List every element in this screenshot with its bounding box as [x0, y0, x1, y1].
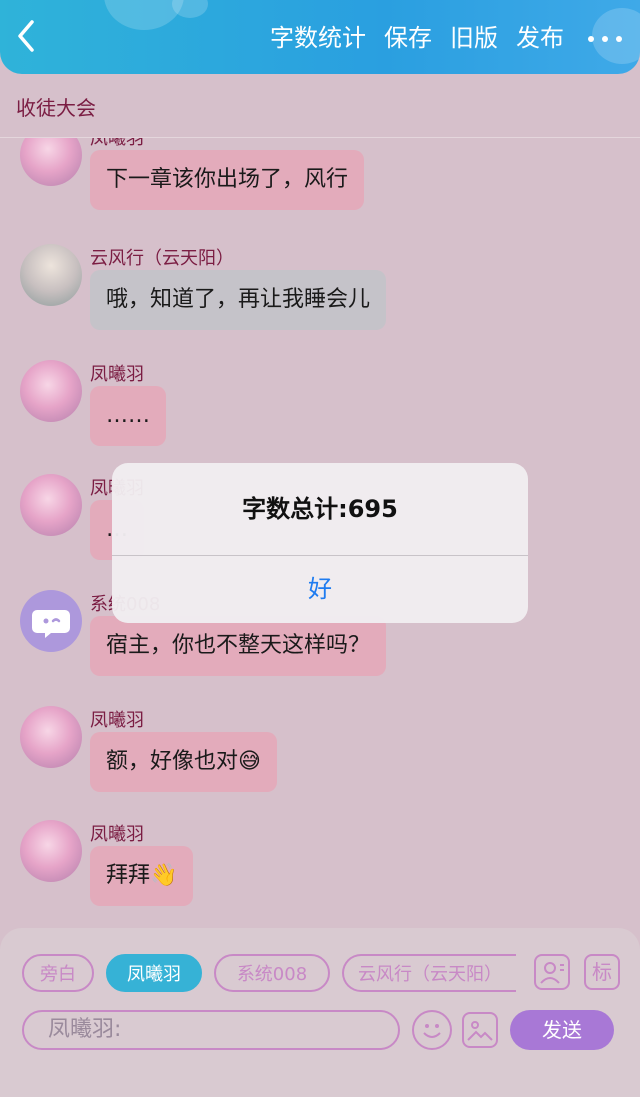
dialog-message: 字数总计:695 — [242, 495, 398, 523]
avatar[interactable] — [20, 474, 82, 536]
chevron-left-icon — [18, 20, 34, 52]
role-chip[interactable]: 旁白 — [22, 954, 94, 992]
speaker-name: 凤曦羽 — [90, 138, 144, 149]
avatar[interactable] — [20, 244, 82, 306]
chat-bubble-icon — [32, 610, 70, 638]
word-count-button[interactable]: 字数统计 — [270, 18, 366, 58]
role-chip[interactable]: 系统008 — [214, 954, 330, 992]
old-version-button[interactable]: 旧版 — [450, 18, 498, 58]
contact-card-icon — [540, 962, 564, 984]
message-bubble[interactable]: 哦，知道了，再让我睡会儿 — [90, 270, 387, 330]
speaker-name: 凤曦羽 — [90, 710, 144, 731]
avatar[interactable] — [20, 820, 82, 882]
image-button[interactable] — [462, 1012, 498, 1048]
back-button[interactable] — [14, 16, 54, 60]
decor-bubble — [172, 0, 208, 18]
message-bubble[interactable]: 拜拜👋 — [90, 846, 194, 906]
message-bubble[interactable]: 下一章该你出场了，风行 — [90, 150, 365, 210]
speaker-name: 凤曦羽 — [90, 364, 144, 385]
message-bubble[interactable]: 宿主，你也不整天这样吗？ — [90, 616, 387, 676]
speaker-name: 云风行（云天阳） — [90, 248, 234, 269]
publish-button[interactable]: 发布 — [516, 18, 564, 58]
scene-title: 收徒大会 — [16, 96, 96, 120]
header-actions: 字数统计 保存 旧版 发布 — [270, 18, 564, 58]
avatar[interactable] — [20, 590, 82, 652]
speaker-name: 凤曦羽 — [90, 824, 144, 845]
tag-button[interactable]: 标 — [584, 954, 620, 990]
dialog-ok-button[interactable]: 好 — [112, 556, 528, 623]
message-bubble[interactable]: …… — [90, 386, 166, 446]
emoji-button[interactable] — [412, 1010, 452, 1050]
top-bar: 字数统计 保存 旧版 发布 — [0, 0, 640, 74]
role-manage-button[interactable] — [534, 954, 570, 990]
avatar[interactable] — [20, 138, 82, 186]
role-chip-active[interactable]: 凤曦羽 — [106, 954, 202, 992]
more-button[interactable] — [586, 18, 626, 58]
avatar[interactable] — [20, 706, 82, 768]
word-count-dialog: 字数总计:695 好 — [112, 463, 528, 623]
save-button[interactable]: 保存 — [384, 18, 432, 58]
message-bubble[interactable]: 额，好像也对😅 — [90, 732, 277, 792]
send-button[interactable]: 发送 — [510, 1010, 614, 1050]
composer-panel: 旁白 凤曦羽 系统008 云风行（云天阳） 标 凤曦羽: 发送 — [0, 928, 640, 1097]
avatar[interactable] — [20, 360, 82, 422]
role-chip[interactable]: 云风行（云天阳） — [342, 954, 516, 992]
message-input[interactable]: 凤曦羽: — [22, 1010, 400, 1050]
image-icon — [467, 1021, 493, 1041]
smiley-icon — [423, 1024, 441, 1038]
